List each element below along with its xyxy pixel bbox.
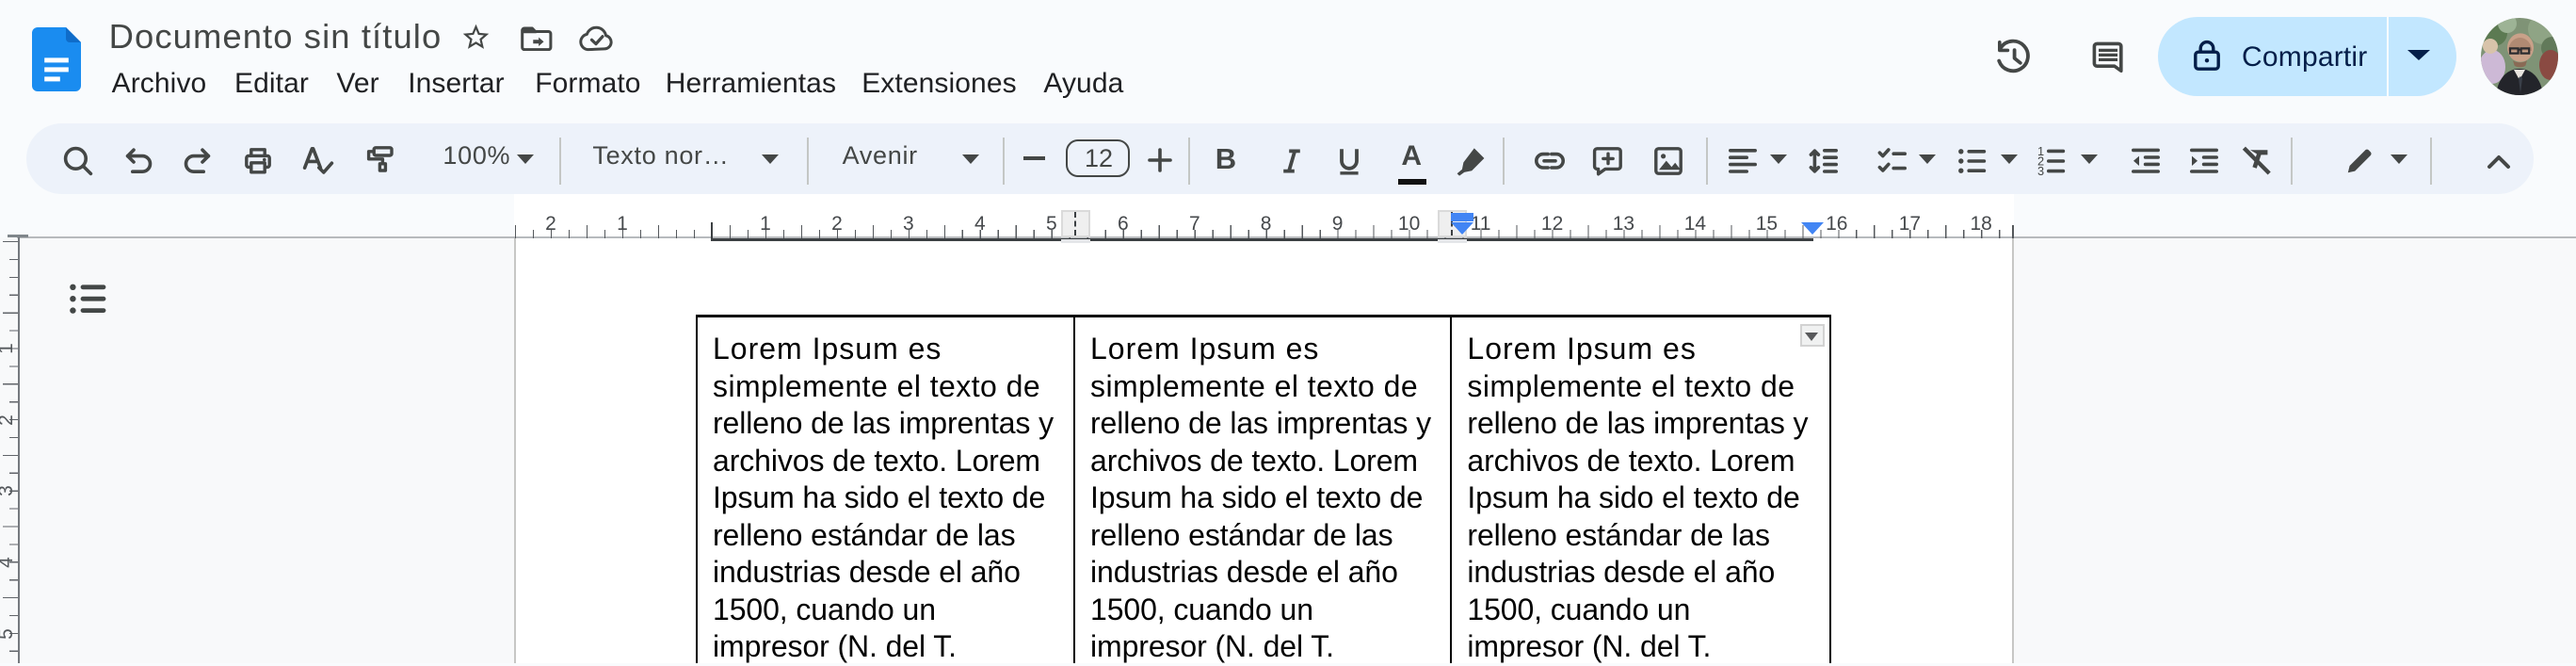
svg-text:3: 3 — [2037, 164, 2044, 178]
